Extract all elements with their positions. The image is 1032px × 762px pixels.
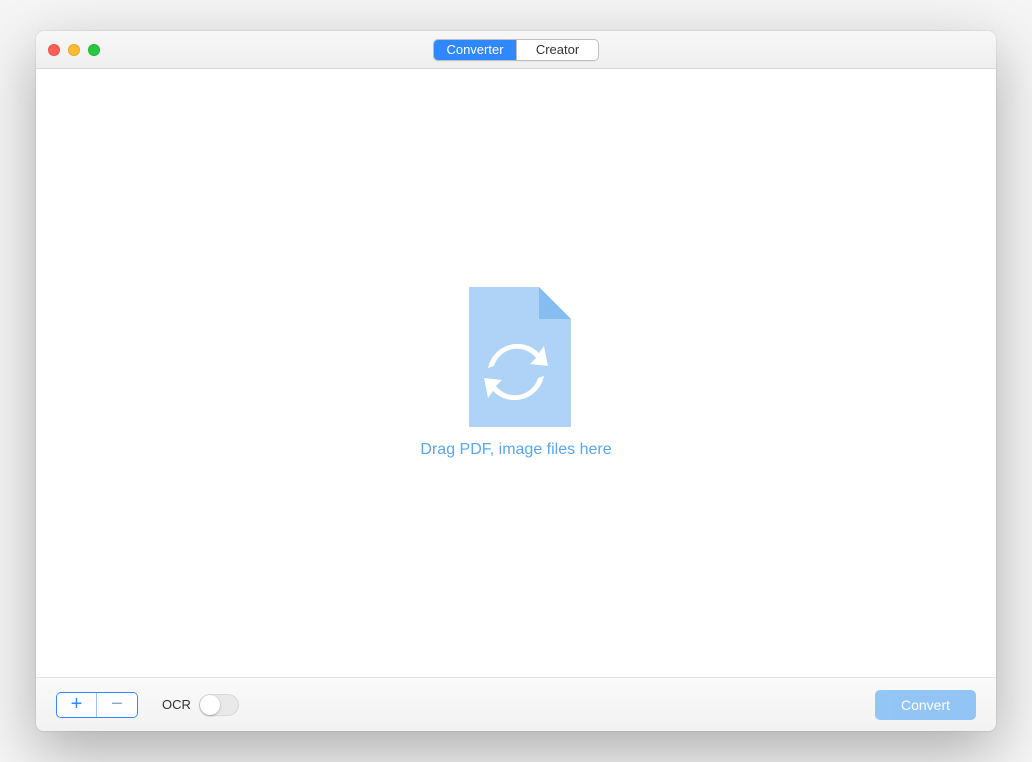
ocr-toggle[interactable] (199, 694, 239, 716)
titlebar: Converter Creator (36, 31, 996, 69)
mode-converter-tab[interactable]: Converter (434, 40, 516, 60)
ocr-toggle-knob (200, 695, 220, 715)
app-window: Converter Creator Drag PDF, image files … (36, 31, 996, 731)
close-icon[interactable] (48, 44, 60, 56)
minimize-icon[interactable] (68, 44, 80, 56)
drop-zone[interactable]: Drag PDF, image files here (36, 69, 996, 677)
add-file-button[interactable]: + (57, 693, 97, 717)
window-controls (48, 44, 100, 56)
file-convert-icon (461, 287, 571, 427)
drop-hint-text: Drag PDF, image files here (420, 441, 611, 459)
ocr-group: OCR (162, 694, 239, 716)
footer-toolbar: + − OCR Convert (36, 677, 996, 731)
mode-segmented-control: Converter Creator (433, 39, 599, 61)
mode-creator-tab[interactable]: Creator (516, 40, 598, 60)
ocr-label: OCR (162, 697, 191, 712)
zoom-icon[interactable] (88, 44, 100, 56)
convert-button[interactable]: Convert (875, 690, 976, 720)
remove-file-button[interactable]: − (97, 693, 137, 717)
add-remove-group: + − (56, 692, 138, 718)
